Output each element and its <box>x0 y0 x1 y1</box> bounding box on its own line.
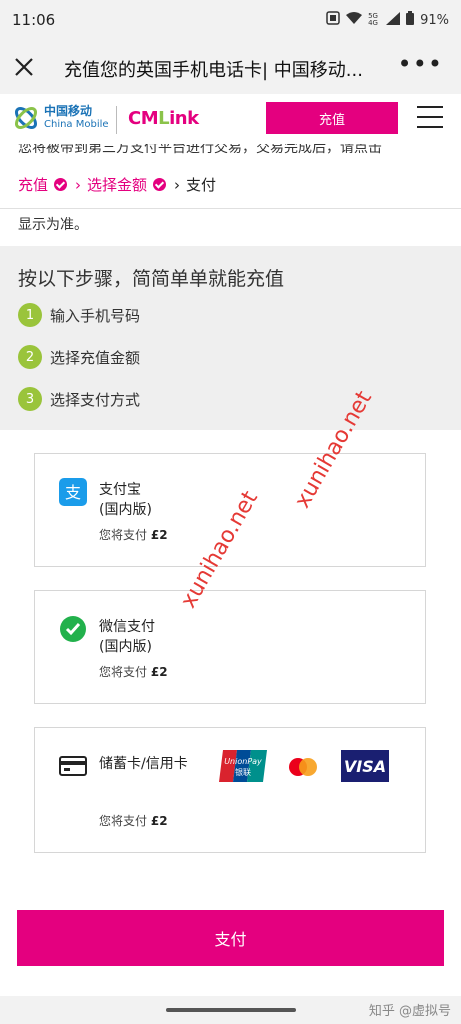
logo-divider <box>116 106 117 134</box>
card-icon <box>59 756 87 776</box>
alipay-icon: 支 <box>59 478 87 506</box>
payment-name-line2: (国内版) <box>99 502 152 518</box>
close-icon[interactable] <box>14 54 34 80</box>
payment-name-line1: 支付宝 <box>99 482 141 498</box>
more-menu-icon[interactable]: ••• <box>398 50 443 78</box>
step-label: 选择支付方式 <box>50 390 141 409</box>
unionpay-text: UnionPay <box>224 757 262 766</box>
cmlink-cm: CM <box>128 108 159 129</box>
visa-logo: VISA <box>341 750 389 782</box>
partial-text: 您将被带到第三方支付平台进行交易，交易完成后，请点击 <box>0 144 461 158</box>
step-label: 选择充值金额 <box>50 348 141 367</box>
logo-en-text: China Mobile <box>44 119 109 130</box>
breadcrumb-step-recharge[interactable]: 充值 <box>18 174 48 195</box>
payment-amount: 您将支付 £2 <box>99 526 168 543</box>
amount-value: £2 <box>150 528 168 542</box>
app-title-bar: 充值您的英国手机电话卡| 中国移动... ••• <box>0 42 461 94</box>
svg-text:支: 支 <box>65 483 81 502</box>
breadcrumb-step-amount[interactable]: 选择金额 <box>87 174 147 195</box>
nfc-icon <box>326 11 340 29</box>
wifi-icon <box>346 11 363 29</box>
partial-text-content: 您将被带到第三方支付平台进行交易，交易完成后，请点击 <box>18 144 382 156</box>
recharge-button[interactable]: 充值 <box>266 102 398 134</box>
hamburger-menu-icon[interactable] <box>417 106 443 128</box>
pay-button[interactable]: 支付 <box>17 910 444 966</box>
status-time: 11:06 <box>12 11 56 29</box>
amount-value: £2 <box>150 665 168 679</box>
step-item: 2 选择充值金额 <box>18 345 140 369</box>
unionpay-cn-text: 银联 <box>235 767 251 777</box>
wechat-pay-icon <box>60 616 86 642</box>
china-mobile-mark-icon <box>15 107 37 129</box>
chevron-right-icon: › <box>174 175 181 194</box>
amount-prefix: 您将支付 <box>99 528 148 542</box>
notice-text: 显示为准。 <box>18 217 88 233</box>
china-mobile-logo[interactable]: 中国移动 China Mobile <box>12 104 109 132</box>
step-number: 2 <box>18 345 42 369</box>
steps-panel: 按以下步骤，简简单单就能充值 1 输入手机号码 2 选择充值金额 3 选择支付方… <box>0 246 461 430</box>
amount-value: £2 <box>150 814 168 828</box>
status-icons: 5G 4G 91% <box>326 11 449 29</box>
amount-prefix: 您将支付 <box>99 665 148 679</box>
payment-name-line1: 微信支付 <box>99 619 155 635</box>
battery-level: 91% <box>420 12 449 28</box>
chevron-right-icon: › <box>75 175 82 194</box>
step-item: 3 选择支付方式 <box>18 387 140 411</box>
battery-icon <box>406 11 415 29</box>
bottom-nav-bar: 知乎 @虚拟号 <box>0 996 461 1024</box>
payment-name: 储蓄卡/信用卡 <box>99 754 188 774</box>
signal-icon <box>386 11 401 29</box>
payment-amount: 您将支付 £2 <box>99 663 168 680</box>
step-number: 3 <box>18 387 42 411</box>
logo-cn-text: 中国移动 <box>44 104 93 118</box>
check-circle-icon <box>153 178 167 191</box>
breadcrumb-step-pay: 支付 <box>186 176 217 194</box>
network-label: 5G 4G <box>368 12 378 27</box>
status-bar: 11:06 5G 4G 91% <box>0 0 461 42</box>
check-circle-icon <box>54 178 68 191</box>
cmlink-logo[interactable]: CMLink <box>128 108 199 129</box>
home-indicator[interactable] <box>166 1008 296 1012</box>
step-item: 1 输入手机号码 <box>18 303 140 327</box>
page-title: 充值您的英国手机电话卡| 中国移动... <box>64 60 363 81</box>
payment-amount: 您将支付 £2 <box>99 812 168 829</box>
footer-watermark: 知乎 @虚拟号 <box>368 1004 451 1019</box>
payment-option-wechat[interactable]: 微信支付 (国内版) 您将支付 £2 <box>34 590 426 704</box>
step-label: 输入手机号码 <box>50 306 141 325</box>
payment-option-card[interactable]: 储蓄卡/信用卡 UnionPay 银联 VISA 您将支付 £2 <box>34 727 426 853</box>
payment-name: 微信支付 (国内版) <box>99 617 155 657</box>
payment-name-line2: (国内版) <box>99 639 152 655</box>
site-header: 中国移动 China Mobile CMLink 充值 <box>0 94 461 145</box>
step-number: 1 <box>18 303 42 327</box>
mastercard-logo <box>289 758 317 776</box>
payment-name-line1: 储蓄卡/信用卡 <box>99 756 188 772</box>
amount-prefix: 您将支付 <box>99 814 148 828</box>
cmlink-l: L <box>158 108 170 129</box>
steps-heading: 按以下步骤，简简单单就能充值 <box>18 268 285 290</box>
breadcrumb: 充值 › 选择金额 › 支付 <box>0 158 461 209</box>
cmlink-ink: ink <box>169 108 199 129</box>
payment-name: 支付宝 (国内版) <box>99 480 152 520</box>
unionpay-logo: UnionPay 银联 <box>219 750 267 782</box>
